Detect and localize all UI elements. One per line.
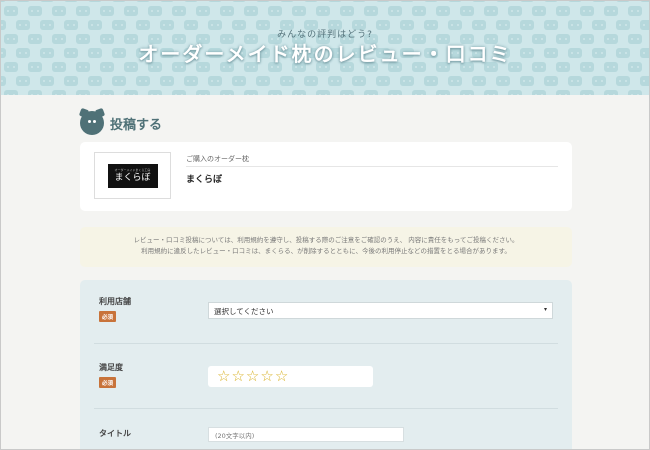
divider (186, 166, 558, 167)
makurabo-logo: オーダーメイドまくら工房 まくらぼ (107, 163, 158, 188)
star-4-icon[interactable]: ☆ (260, 369, 273, 384)
product-logo[interactable]: オーダーメイドまくら工房 まくらぼ (94, 152, 171, 199)
product-name: まくらぼ (186, 175, 223, 185)
store-select-value: 選択してください (214, 307, 274, 316)
required-badge: 必須 (99, 311, 116, 322)
row-divider (94, 408, 558, 409)
store-label: 利用店舗 (99, 297, 131, 306)
posting-notice: レビュー・口コミ投稿については、利用規約を遵守し、投稿する際のご注意をご確認のう… (80, 227, 572, 267)
star-2-icon[interactable]: ☆ (231, 369, 244, 384)
satisfaction-label: 満足度 (99, 363, 123, 372)
pillow-icon (78, 107, 106, 135)
page-header: みんなの評判はどう? オーダーメイド枕のレビュー・口コミ (0, 0, 650, 95)
notice-line-2: 利用規約に違反したレビュー・口コミは、まくらる、が削除するとともに、今後の利用停… (141, 247, 511, 255)
review-form: 利用店舗 必須 選択してください ▾ 満足度 必須 ☆ ☆ ☆ ☆ ☆ タイトル… (80, 280, 572, 450)
post-section-heading: 投稿する (78, 107, 163, 136)
page-title: オーダーメイド枕のレビュー・口コミ (138, 42, 512, 66)
star-5-icon[interactable]: ☆ (275, 369, 288, 384)
required-badge: 必須 (99, 377, 116, 388)
star-3-icon[interactable]: ☆ (246, 369, 259, 384)
star-1-icon[interactable]: ☆ (217, 369, 230, 384)
title-input[interactable]: (20文字以内) (208, 427, 404, 442)
store-select[interactable]: 選択してください ▾ (208, 302, 553, 319)
star-rating: ☆ ☆ ☆ ☆ ☆ (208, 366, 373, 387)
chevron-down-icon: ▾ (543, 306, 547, 313)
section-title: 投稿する (110, 117, 163, 133)
row-divider (94, 343, 558, 344)
notice-line-1: レビュー・口コミ投稿については、利用規約を遵守し、投稿する際のご注意をご確認のう… (133, 236, 519, 244)
title-label: タイトル (99, 429, 131, 438)
product-card: オーダーメイドまくら工房 まくらぼ ご購入のオーダー枕 まくらぼ (80, 142, 572, 211)
product-label: ご購入のオーダー枕 (186, 155, 249, 163)
